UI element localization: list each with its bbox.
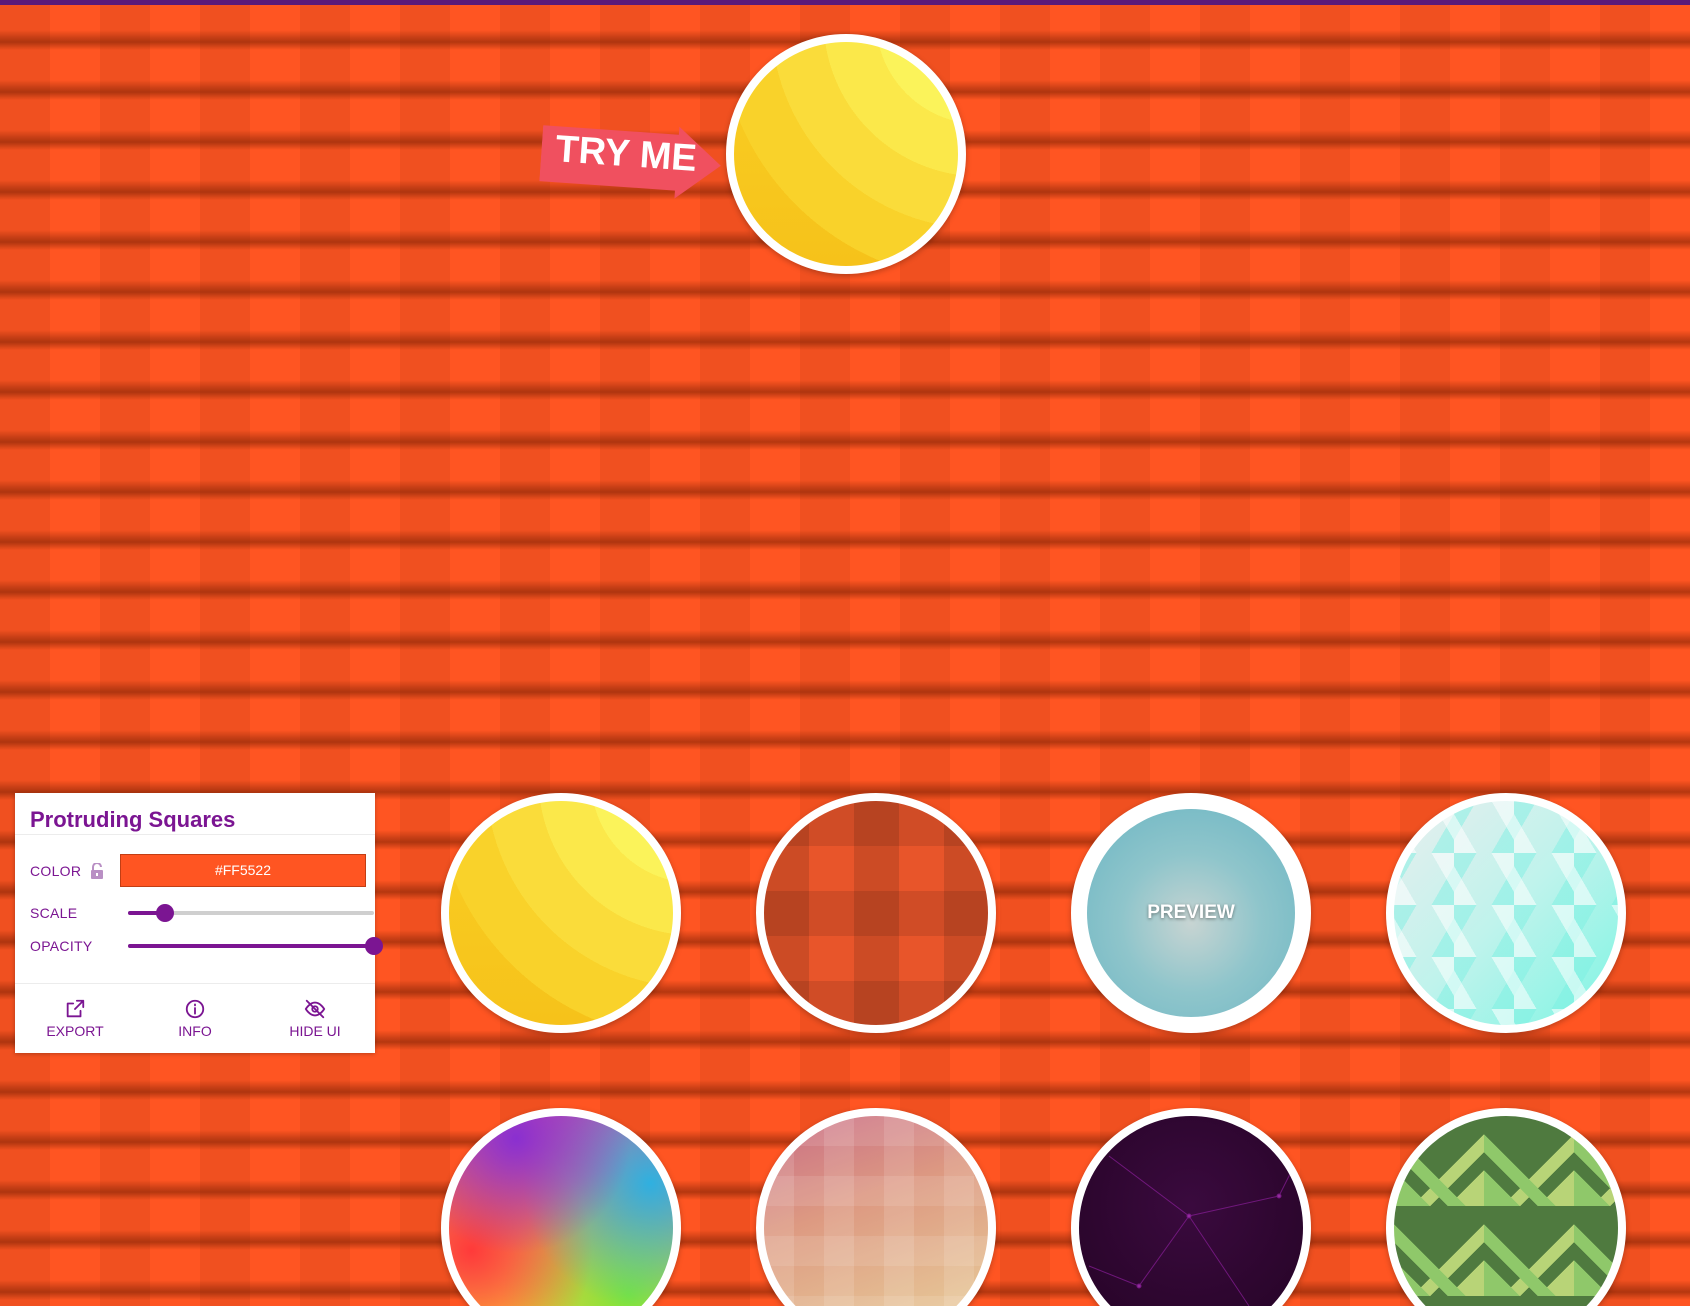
- export-button[interactable]: EXPORT: [15, 984, 135, 1053]
- opacity-slider-thumb[interactable]: [365, 937, 383, 955]
- network-lines: [1088, 1146, 1303, 1306]
- preview-green-diamonds[interactable]: [1386, 1108, 1626, 1306]
- opacity-label: OPACITY: [30, 938, 93, 954]
- control-panel: Protruding Squares COLOR #FF5522 SCALE O…: [15, 793, 383, 1053]
- preview-sun[interactable]: [441, 793, 681, 1033]
- preview-rainbow[interactable]: [441, 1108, 681, 1306]
- scale-slider-thumb[interactable]: [155, 904, 174, 922]
- eye-off-icon: [304, 999, 326, 1019]
- scale-slider[interactable]: [128, 903, 374, 923]
- hide-ui-button[interactable]: HIDE UI: [255, 984, 375, 1053]
- top-accent-bar: [0, 0, 1690, 5]
- panel-footer: EXPORT INFO HIDE UI: [15, 983, 375, 1053]
- external-link-icon: [66, 999, 85, 1018]
- export-label: EXPORT: [46, 1023, 104, 1039]
- preview-squares[interactable]: [756, 793, 996, 1033]
- info-button[interactable]: INFO: [135, 984, 255, 1053]
- opacity-row: OPACITY: [30, 936, 383, 956]
- pattern-title: Protruding Squares: [15, 793, 375, 835]
- try-me-callout: TRY ME: [539, 117, 740, 202]
- preview-hover-label: PREVIEW: [1147, 902, 1235, 923]
- hero-pattern-button[interactable]: [726, 34, 966, 274]
- color-row: COLOR #FF5522: [30, 854, 366, 887]
- hide-ui-label: HIDE UI: [289, 1023, 341, 1039]
- unlock-icon[interactable]: [90, 862, 104, 879]
- opacity-slider[interactable]: [128, 936, 383, 956]
- preview-teal[interactable]: PREVIEW: [1071, 793, 1311, 1033]
- info-label: INFO: [178, 1023, 212, 1039]
- scale-label: SCALE: [30, 905, 78, 921]
- preview-space[interactable]: [1071, 1108, 1311, 1306]
- preview-pastel-squares[interactable]: [756, 1108, 996, 1306]
- opacity-slider-fill: [128, 944, 374, 948]
- scale-row: SCALE: [30, 903, 374, 923]
- preview-triangles[interactable]: [1386, 793, 1626, 1033]
- color-input[interactable]: #FF5522: [120, 854, 366, 887]
- info-icon: [185, 999, 205, 1019]
